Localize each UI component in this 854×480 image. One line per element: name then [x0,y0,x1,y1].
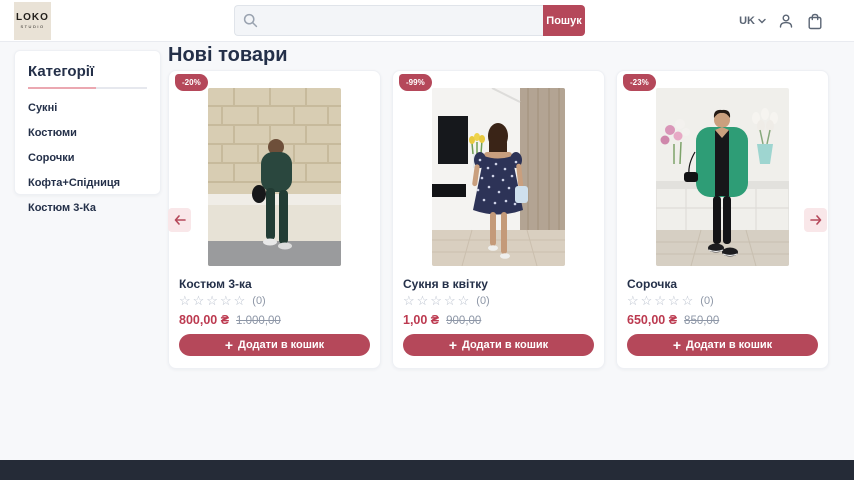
current-price: 1,00 ₴ [403,313,439,327]
logo-text: LOKO [16,13,49,23]
sidebar-item-dresses[interactable]: Сукні [28,102,147,114]
product-card: -23% [616,70,829,369]
categories-panel: Категорії Сукні Костюми Сорочки Кофта+Сп… [14,50,161,195]
account-icon[interactable] [777,12,795,30]
search-button[interactable]: Пошук [543,5,585,36]
price-row: 800,00 ₴ 1.000,00 [179,313,370,327]
product-image[interactable] [208,88,341,266]
add-to-cart-button[interactable]: + Додати в кошик [179,334,370,356]
star-rating-icons: ☆☆☆☆☆ [627,294,695,308]
price-row: 1,00 ₴ 900,00 [403,313,594,327]
add-to-cart-label: Додати в кошик [462,339,548,351]
sidebar-item-top-skirt[interactable]: Кофта+Спідниця [28,177,147,189]
carousel-prev-button[interactable] [168,208,191,232]
page-title: Нові товари [168,44,287,67]
chevron-down-icon [758,15,766,27]
header-actions: UK [739,0,824,42]
product-card: -99% [392,70,605,369]
plus-icon: + [673,338,681,352]
product-rating: ☆☆☆☆☆ (0) [403,294,594,308]
plus-icon: + [225,338,233,352]
old-price: 900,00 [446,315,481,327]
product-rating: ☆☆☆☆☆ (0) [179,294,370,308]
sidebar-item-shirts[interactable]: Сорочки [28,152,147,164]
language-selector[interactable]: UK [739,15,766,27]
product-title[interactable]: Сукня в квітку [403,277,594,291]
price-row: 650,00 ₴ 850,00 [627,313,818,327]
add-to-cart-button[interactable]: + Додати в кошик [403,334,594,356]
rating-count: (0) [700,295,713,307]
star-rating-icons: ☆☆☆☆☆ [179,294,247,308]
rating-count: (0) [476,295,489,307]
star-rating-icons: ☆☆☆☆☆ [403,294,471,308]
rating-count: (0) [252,295,265,307]
sidebar-item-suit-3[interactable]: Костюм 3-Ка [28,202,147,214]
add-to-cart-button[interactable]: + Додати в кошик [627,334,818,356]
search-bar: Пошук [234,5,585,36]
product-title[interactable]: Сорочка [627,277,818,291]
product-rating: ☆☆☆☆☆ (0) [627,294,818,308]
add-to-cart-label: Додати в кошик [238,339,324,351]
language-label: UK [739,15,755,27]
add-to-cart-label: Додати в кошик [686,339,772,351]
footer [0,460,854,480]
discount-badge: -20% [175,74,208,91]
current-price: 800,00 ₴ [179,313,229,327]
discount-badge: -99% [399,74,432,91]
arrow-right-icon [810,213,822,228]
current-price: 650,00 ₴ [627,313,677,327]
old-price: 1.000,00 [236,315,281,327]
product-image[interactable] [656,88,789,266]
search-input[interactable] [234,5,543,36]
product-card: -20% Костюм 3 [168,70,381,369]
carousel-next-button[interactable] [804,208,827,232]
arrow-left-icon [174,213,186,228]
categories-divider [28,87,147,89]
discount-badge: -23% [623,74,656,91]
old-price: 850,00 [684,315,719,327]
logo[interactable]: LOKO STUDIO [14,2,51,40]
product-carousel: -20% Костюм 3 [168,70,829,369]
cart-icon[interactable] [806,12,824,30]
product-title[interactable]: Костюм 3-ка [179,277,370,291]
plus-icon: + [449,338,457,352]
header: LOKO STUDIO Пошук UK [0,0,854,42]
categories-title: Категорії [28,63,147,80]
sidebar-item-suits[interactable]: Костюми [28,127,147,139]
product-image[interactable] [432,88,565,266]
logo-subtext: STUDIO [20,24,44,29]
